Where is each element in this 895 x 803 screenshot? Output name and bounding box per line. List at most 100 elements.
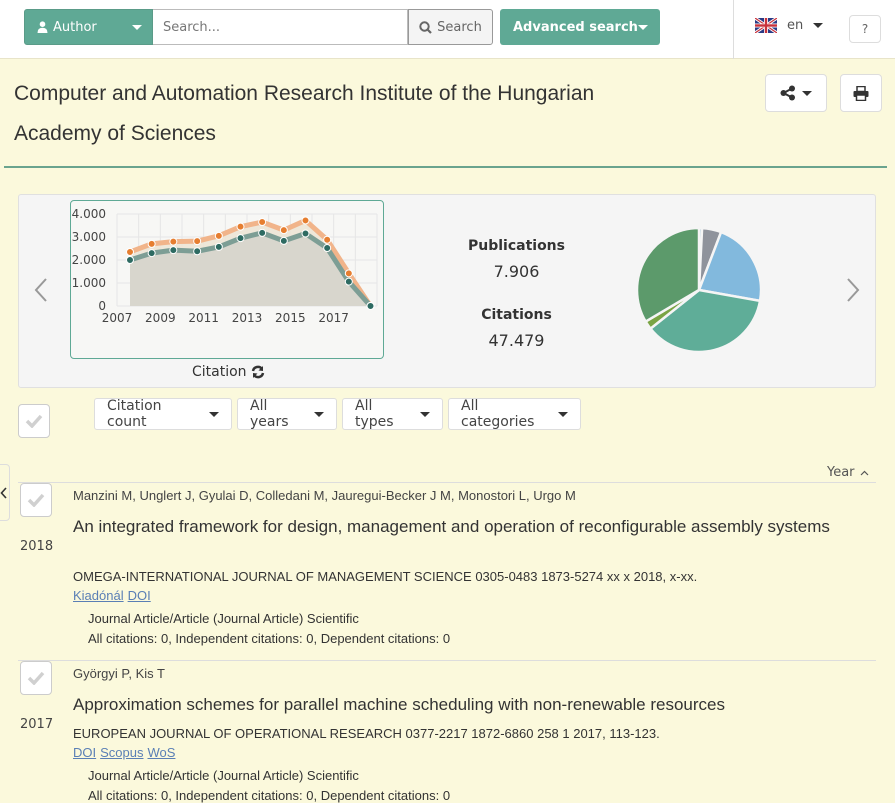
x-tick-label: 2015 [275,311,306,325]
chevron-down-icon [314,411,324,417]
citation-chart[interactable]: 0 1.000 2.000 3.000 4.000 2007 2009 2011 2013 201… [70,200,384,359]
refresh-icon[interactable] [251,365,265,379]
y-tick-label: 3.000 [72,230,106,244]
check-icon [27,671,45,685]
page-title: Computer and Automation Research Institu… [14,82,595,145]
categories-dropdown-label: All categories [461,398,535,430]
carousel-next-button[interactable] [843,275,863,305]
chevron-left-icon [34,278,47,302]
stats-carousel: 0 1.000 2.000 3.000 4.000 2007 2009 2011 2013 201… [18,194,876,388]
share-button[interactable] [765,74,827,112]
search-icon [419,20,432,34]
publications-stat: Publications 7.906 [449,238,584,281]
publication-citations: All citations: 0, Independent citations:… [88,631,451,646]
select-all-checkbox[interactable] [18,404,50,438]
citations-label: Citations [481,307,552,323]
data-point [366,302,375,310]
types-dropdown[interactable]: All types [342,398,443,430]
data-point [169,246,178,255]
uk-flag-icon [755,18,777,33]
y-tick-label: 2.000 [72,253,106,267]
chevron-down-icon [558,411,568,417]
doi-link[interactable]: DOI [128,588,151,603]
title-divider [4,166,887,168]
year-sort-header[interactable]: Year [827,465,869,480]
publication-authors: Manzini M, Unglert J, Gyulai D, Colledan… [73,488,576,503]
categories-dropdown[interactable]: All categories [448,398,581,430]
data-point [236,222,245,231]
data-point [126,256,134,264]
doi-link[interactable]: DOI [73,745,96,760]
advanced-search-label: Advanced search [513,19,638,35]
publications-value: 7.906 [493,262,540,281]
publication-title[interactable]: Approximation schemes for parallel machi… [73,694,833,715]
years-dropdown[interactable]: All years [237,398,337,430]
data-point [169,237,178,246]
sidebar-toggle[interactable] [0,464,10,521]
search-button-label: Search [437,19,482,35]
data-point [344,277,353,286]
data-point [193,237,202,246]
language-label: en [787,18,804,33]
search-button[interactable]: Search [408,9,493,45]
carousel-prev-button[interactable] [31,275,51,305]
citations-stat: Citations 47.479 [449,307,584,350]
divider [733,0,734,59]
x-tick-label: 2011 [188,311,219,325]
years-dropdown-label: All years [250,398,289,430]
language-selector[interactable]: en [755,18,824,33]
data-point [193,247,202,256]
citations-value: 47.479 [488,331,545,350]
data-point [301,229,310,238]
citation-chart-svg: 01.0002.0003.0004.0002007 2009 2011 2013 201… [72,207,378,325]
chevron-left-icon [0,486,7,499]
chart-caption[interactable]: Citation [192,364,265,380]
search-placeholder: Search... [163,19,221,35]
data-point [301,216,310,225]
publication-checkbox[interactable] [20,483,52,517]
data-point [323,235,332,244]
wos-link[interactable]: WoS [148,745,176,760]
publication-authors: Györgyi P, Kis T [73,666,165,681]
x-tick-label: 2013 [232,311,263,325]
y-tick-label: 4.000 [72,207,106,221]
chevron-down-icon [802,90,812,96]
chevron-down-icon [813,23,824,28]
help-button[interactable]: ? [849,15,881,43]
filter-bar: Citation count All years All types All c… [0,398,895,438]
x-tick-label: 2007 [102,311,133,325]
search-group: Author Search... Search [24,9,493,45]
publisher-link[interactable]: Kiadónál [73,588,124,603]
data-point [147,249,156,258]
chart-caption-label: Citation [192,364,247,380]
chevron-down-icon [420,411,430,417]
check-icon [25,414,43,428]
chevron-down-icon [132,24,142,30]
publication-journal: EUROPEAN JOURNAL OF OPERATIONAL RESEARCH… [73,726,660,741]
advanced-search-button[interactable]: Advanced search [500,9,660,45]
publication-journal: OMEGA-INTERNATIONAL JOURNAL OF MANAGEMEN… [73,569,698,584]
pie-chart-svg [635,226,763,354]
chevron-right-icon [847,278,860,302]
publication-year: 2017 [20,717,54,732]
publication-checkbox[interactable] [20,661,52,695]
sort-dropdown[interactable]: Citation count [94,398,232,430]
user-icon [37,21,48,33]
data-point [147,239,156,248]
data-point [214,242,223,251]
print-button[interactable] [840,74,882,112]
search-input[interactable]: Search... [153,9,408,45]
search-field-label: Author [53,19,97,35]
search-field-dropdown[interactable]: Author [24,9,153,45]
data-point [344,269,353,278]
data-point [126,247,134,256]
data-point [258,228,267,237]
publication-title[interactable]: An integrated framework for design, mana… [73,516,833,537]
check-icon [27,493,45,507]
list-divider [18,482,876,483]
sort-dropdown-label: Citation count [107,398,162,430]
chevron-down-icon [638,24,648,30]
category-pie-chart [634,226,764,362]
publications-label: Publications [467,238,565,254]
scopus-link[interactable]: Scopus [100,745,143,760]
